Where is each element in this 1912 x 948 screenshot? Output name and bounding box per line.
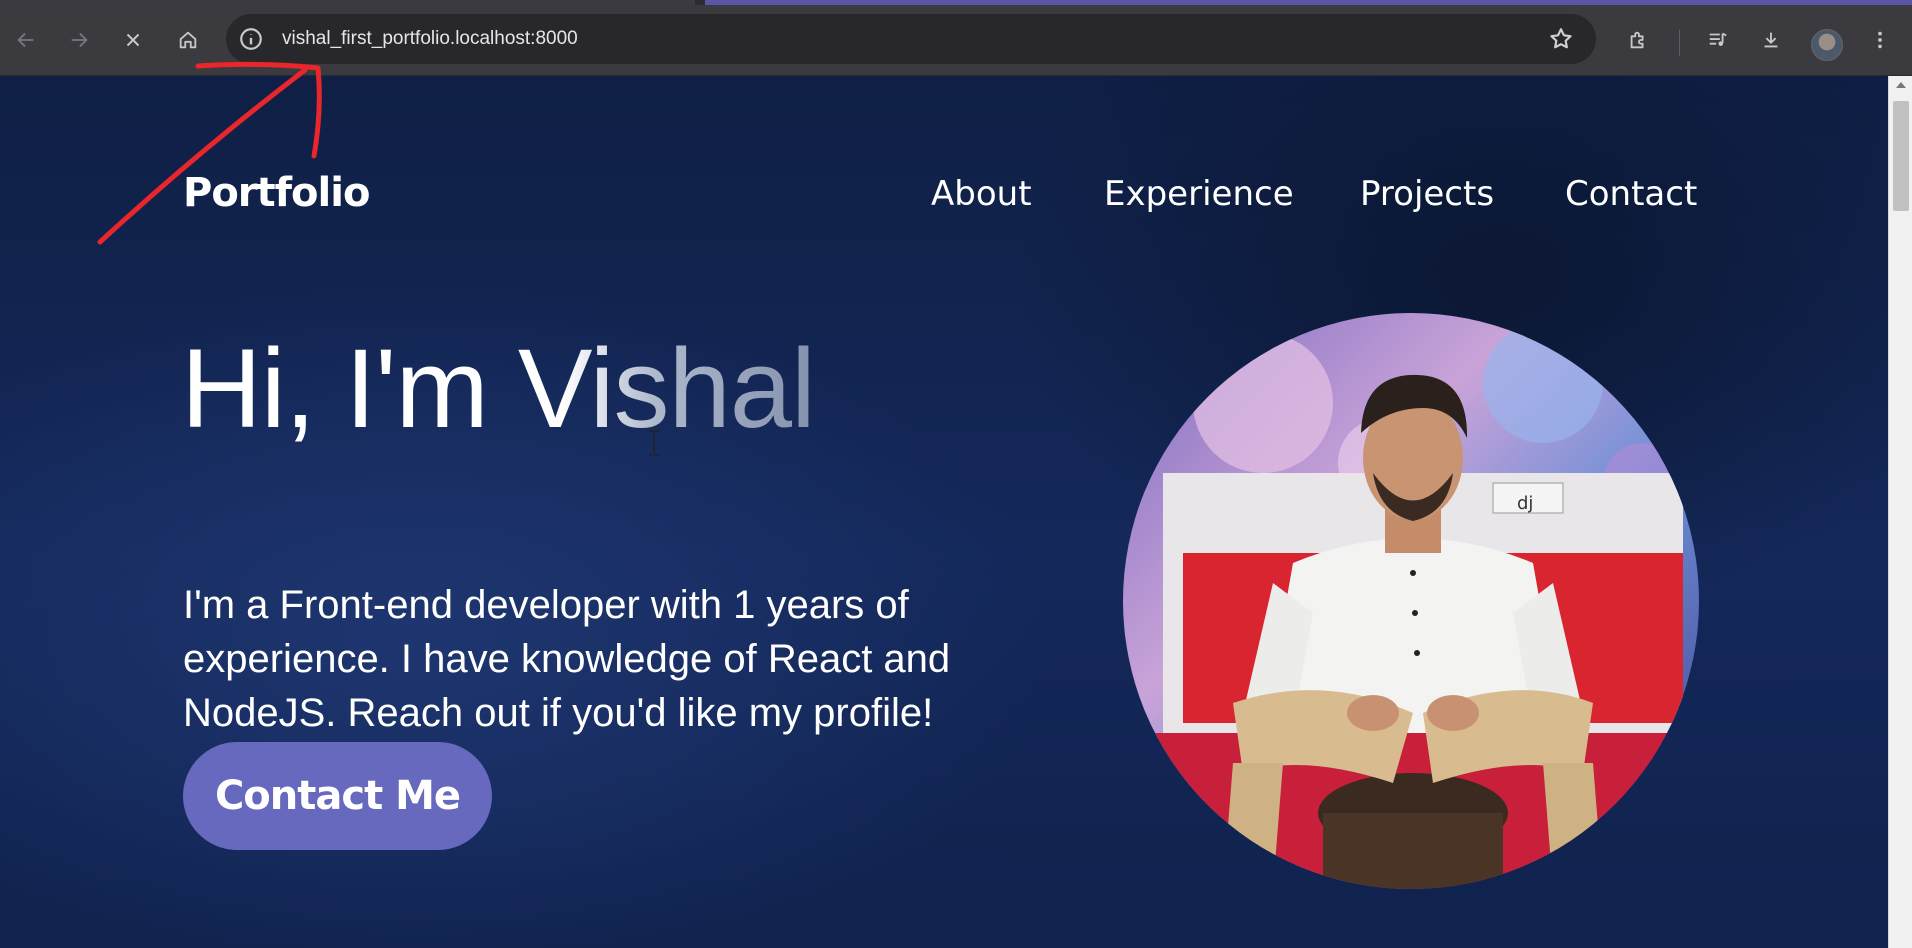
- profile-photo-illustration: dj: [1123, 313, 1699, 889]
- browser-toolbar: vishal_first_portfolio.localhost:8000: [0, 5, 1912, 76]
- downloads-button[interactable]: [1754, 23, 1788, 57]
- media-controls-icon: [1709, 32, 1727, 46]
- kebab-menu-icon: [1878, 31, 1882, 49]
- profile-avatar[interactable]: [1811, 29, 1843, 61]
- scroll-thumb[interactable]: [1893, 101, 1909, 211]
- url-text[interactable]: vishal_first_portfolio.localhost:8000: [282, 28, 578, 50]
- contact-me-button[interactable]: Contact Me: [183, 742, 492, 850]
- media-controls-button[interactable]: [1701, 23, 1735, 57]
- info-icon: [240, 28, 262, 50]
- arrow-left-icon: [17, 32, 34, 48]
- stop-loading-button[interactable]: [116, 23, 150, 57]
- nav-link-about[interactable]: About: [931, 174, 1032, 214]
- extensions-button[interactable]: [1621, 23, 1655, 57]
- browser-menu-button[interactable]: [1863, 23, 1897, 57]
- nav-link-experience[interactable]: Experience: [1104, 174, 1294, 214]
- star-icon: [1550, 28, 1572, 49]
- back-button[interactable]: [9, 23, 43, 57]
- profile-photo: dj: [1123, 313, 1699, 889]
- bookmark-button[interactable]: [1548, 26, 1574, 52]
- toolbar-separator: [1679, 30, 1680, 56]
- hero-description: I'm a Front-end developer with 1 years o…: [183, 583, 951, 735]
- puzzle-icon: [1630, 31, 1644, 49]
- site-info-button[interactable]: [238, 26, 264, 52]
- nav-link-projects[interactable]: Projects: [1360, 174, 1494, 214]
- portfolio-page: Portfolio About Experience Projects Cont…: [0, 76, 1888, 948]
- home-button[interactable]: [171, 23, 205, 57]
- forward-button[interactable]: [62, 23, 96, 57]
- arrow-right-icon: [71, 32, 88, 48]
- page-scrollbar[interactable]: [1888, 76, 1912, 948]
- download-icon: [1764, 32, 1778, 48]
- text-cursor-icon: [649, 430, 659, 456]
- hero-title: Hi, I'm Vishal: [181, 326, 816, 451]
- site-logo[interactable]: Portfolio: [183, 170, 370, 216]
- scroll-up-arrow-icon[interactable]: [1896, 82, 1906, 88]
- home-icon: [179, 31, 197, 49]
- close-icon: [126, 33, 140, 47]
- nav-link-contact[interactable]: Contact: [1565, 174, 1697, 214]
- address-bar[interactable]: vishal_first_portfolio.localhost:8000: [226, 14, 1596, 64]
- svg-text:dj: dj: [1517, 493, 1533, 514]
